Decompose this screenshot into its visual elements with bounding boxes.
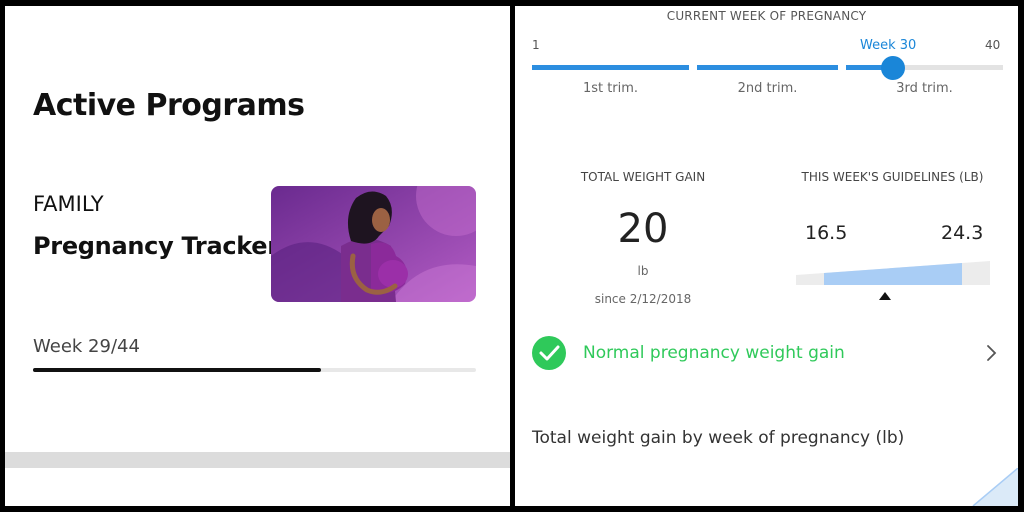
program-name: Pregnancy Tracker [33, 232, 279, 260]
program-progress-bar [33, 368, 476, 372]
program-progress-fill [33, 368, 321, 372]
guidelines-header: THIS WEEK'S GUIDELINES (LB) [801, 170, 984, 184]
weight-gain-unit: lb [637, 264, 649, 278]
guideline-min-value: 16.5 [805, 222, 848, 244]
weight-gain-since: since 2/12/2018 [594, 292, 692, 306]
pregnancy-detail-panel: CURRENT WEEK OF PREGNANCY 1 Week 30 40 1… [515, 6, 1018, 506]
trimester-3-label: 3rd trim. [896, 81, 953, 96]
weight-status-row[interactable]: Normal pregnancy weight gain [515, 336, 1018, 376]
weight-chart-area [965, 467, 1018, 506]
trimester-3-segment-remaining [893, 65, 1003, 70]
weight-chart-title: Total weight gain by week of pregnancy (… [532, 428, 905, 448]
week-min-label: 1 [532, 38, 540, 52]
weight-status-text: Normal pregnancy weight gain [583, 343, 845, 363]
program-card-pregnancy-tracker[interactable]: FAMILY Pregnancy Tracker Week 29/44 [5, 176, 510, 386]
trimester-2-label: 2nd trim. [737, 81, 798, 96]
chevron-right-icon[interactable] [985, 344, 999, 362]
weight-gain-value: 20 [617, 206, 669, 252]
guideline-band [824, 263, 962, 285]
trimester-1-segment [532, 65, 689, 70]
week-max-label: 40 [985, 38, 1001, 52]
section-divider [5, 452, 510, 468]
trimester-1-label: 1st trim. [582, 81, 639, 96]
current-week-label: Week 30 [860, 38, 917, 53]
program-week-label: Week 29/44 [33, 336, 140, 357]
pregnancy-illustration [271, 186, 476, 302]
programs-panel: Active Programs FAMILY Pregnancy Tracker [5, 6, 510, 506]
current-weight-marker [879, 292, 891, 300]
program-category: FAMILY [33, 192, 104, 216]
guideline-range-graphic [796, 261, 990, 305]
week-section-header: CURRENT WEEK OF PREGNANCY [666, 9, 867, 23]
page-title: Active Programs [33, 88, 305, 123]
guideline-max-value: 24.3 [941, 222, 984, 244]
check-circle-icon [532, 336, 566, 370]
week-slider-thumb[interactable] [881, 56, 905, 80]
weight-gain-header: TOTAL WEIGHT GAIN [580, 170, 706, 184]
trimester-2-segment [697, 65, 838, 70]
